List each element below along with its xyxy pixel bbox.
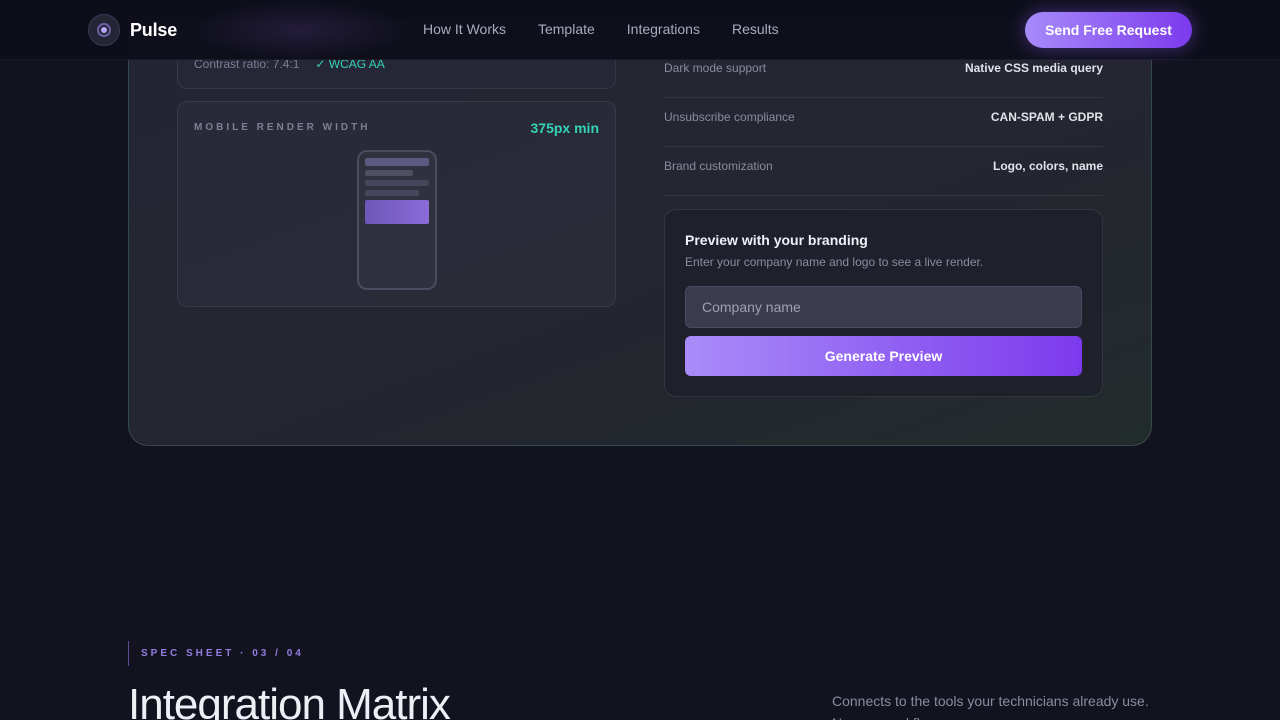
preview-subtitle: Enter your company name and logo to see … <box>685 255 984 269</box>
mobile-render-value: 375px min <box>530 120 599 136</box>
phone-header-bar <box>365 158 429 166</box>
spec-row-brand-customization: Brand customization Logo, colors, name <box>664 159 1103 196</box>
eyebrow-divider <box>128 641 129 666</box>
pulse-logo-icon <box>88 14 120 46</box>
preview-title: Preview with your branding <box>685 232 868 248</box>
spec-value: CAN-SPAM + GDPR <box>990 110 1103 124</box>
nav-link-template[interactable]: Template <box>538 21 595 37</box>
brand[interactable]: Pulse <box>88 14 177 46</box>
section-description: Connects to the tools your technicians a… <box>832 693 1149 720</box>
generate-preview-button[interactable]: Generate Preview <box>685 336 1082 376</box>
company-name-input[interactable] <box>685 286 1082 328</box>
phone-mockup-icon <box>357 150 437 290</box>
phone-text-line <box>365 190 419 196</box>
spec-row-dark-mode: Dark mode support Native CSS media query <box>664 61 1103 98</box>
mobile-render-label: MOBILE RENDER WIDTH <box>194 122 371 133</box>
logo-dot <box>101 27 107 33</box>
spec-value: Native CSS media query <box>964 61 1103 75</box>
nav-link-results[interactable]: Results <box>732 21 779 37</box>
phone-image-block <box>365 200 429 224</box>
logo-ring <box>97 23 111 37</box>
section-title: Integration Matrix <box>128 680 451 720</box>
page: Contrast ratio: 7.4:1 ✓ WCAG AA MOBILE R… <box>0 0 1280 720</box>
phone-text-line <box>365 180 429 186</box>
nav-links: How It Works Template Integrations Resul… <box>423 21 811 37</box>
nav-glow <box>190 0 410 60</box>
top-navigation: Pulse How It Works Template Integrations… <box>0 0 1280 60</box>
send-free-request-button[interactable]: Send Free Request <box>1025 12 1192 48</box>
spec-key: Dark mode support <box>664 61 767 75</box>
spec-key: Unsubscribe compliance <box>664 110 795 124</box>
spec-key: Brand customization <box>664 159 773 173</box>
phone-text-line <box>365 170 413 176</box>
nav-link-integrations[interactable]: Integrations <box>627 21 700 37</box>
brand-name: Pulse <box>130 19 178 40</box>
nav-link-how-it-works[interactable]: How It Works <box>423 21 506 37</box>
spec-row-unsubscribe: Unsubscribe compliance CAN-SPAM + GDPR <box>664 110 1103 147</box>
spec-value: Logo, colors, name <box>992 159 1103 173</box>
section-eyebrow: SPEC SHEET · 03 / 04 <box>141 648 304 659</box>
